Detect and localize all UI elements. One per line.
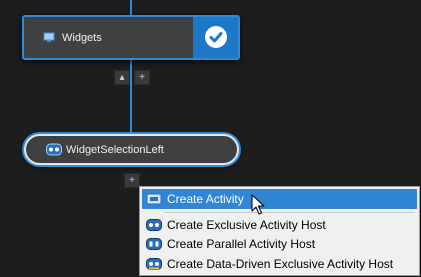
- create-context-menu: Create Activity Create Exclusive Activit…: [139, 186, 420, 276]
- menu-item-label: Create Parallel Activity Host: [167, 237, 316, 251]
- plus-icon: +: [139, 72, 145, 83]
- widgets-status-button[interactable]: [193, 17, 238, 58]
- data-driven-host-icon: [146, 258, 162, 270]
- widget-selection-left-node[interactable]: WidgetSelectionLeft: [24, 134, 239, 165]
- mouse-cursor-icon: [251, 194, 265, 215]
- menu-item-label: Create Activity: [167, 192, 244, 206]
- connector-top: [130, 0, 132, 16]
- menu-item-create-data-driven-exclusive-activity-host[interactable]: Create Data-Driven Exclusive Activity Ho…: [142, 254, 417, 274]
- plus-icon: +: [129, 175, 135, 186]
- menu-item-create-parallel-activity-host[interactable]: Create Parallel Activity Host: [142, 234, 417, 254]
- widgets-node[interactable]: Widgets: [22, 15, 240, 60]
- monitor-icon: [43, 32, 55, 42]
- check-circle-icon: [205, 26, 227, 48]
- parallel-host-icon: [146, 238, 162, 250]
- menu-separator: [164, 212, 415, 213]
- menu-item-label: Create Exclusive Activity Host: [167, 218, 326, 232]
- connector-middle: [130, 59, 132, 136]
- activity-host-icon: [46, 143, 62, 156]
- graph-canvas[interactable]: Widgets ▴ + WidgetSelectionLeft + Create…: [0, 0, 421, 277]
- widgets-node-label: Widgets: [62, 32, 102, 44]
- add-child-button[interactable]: +: [134, 70, 150, 85]
- widget-selection-left-label: WidgetSelectionLeft: [66, 144, 164, 156]
- collapse-button[interactable]: ▴: [114, 70, 130, 85]
- exclusive-host-icon: [146, 219, 162, 231]
- add-below-button[interactable]: +: [124, 173, 140, 188]
- menu-item-label: Create Data-Driven Exclusive Activity Ho…: [167, 257, 394, 271]
- activity-icon: [146, 193, 162, 205]
- menu-item-create-activity[interactable]: Create Activity: [142, 189, 417, 209]
- menu-item-create-exclusive-activity-host[interactable]: Create Exclusive Activity Host: [142, 215, 417, 235]
- collapse-icon: ▴: [119, 72, 125, 83]
